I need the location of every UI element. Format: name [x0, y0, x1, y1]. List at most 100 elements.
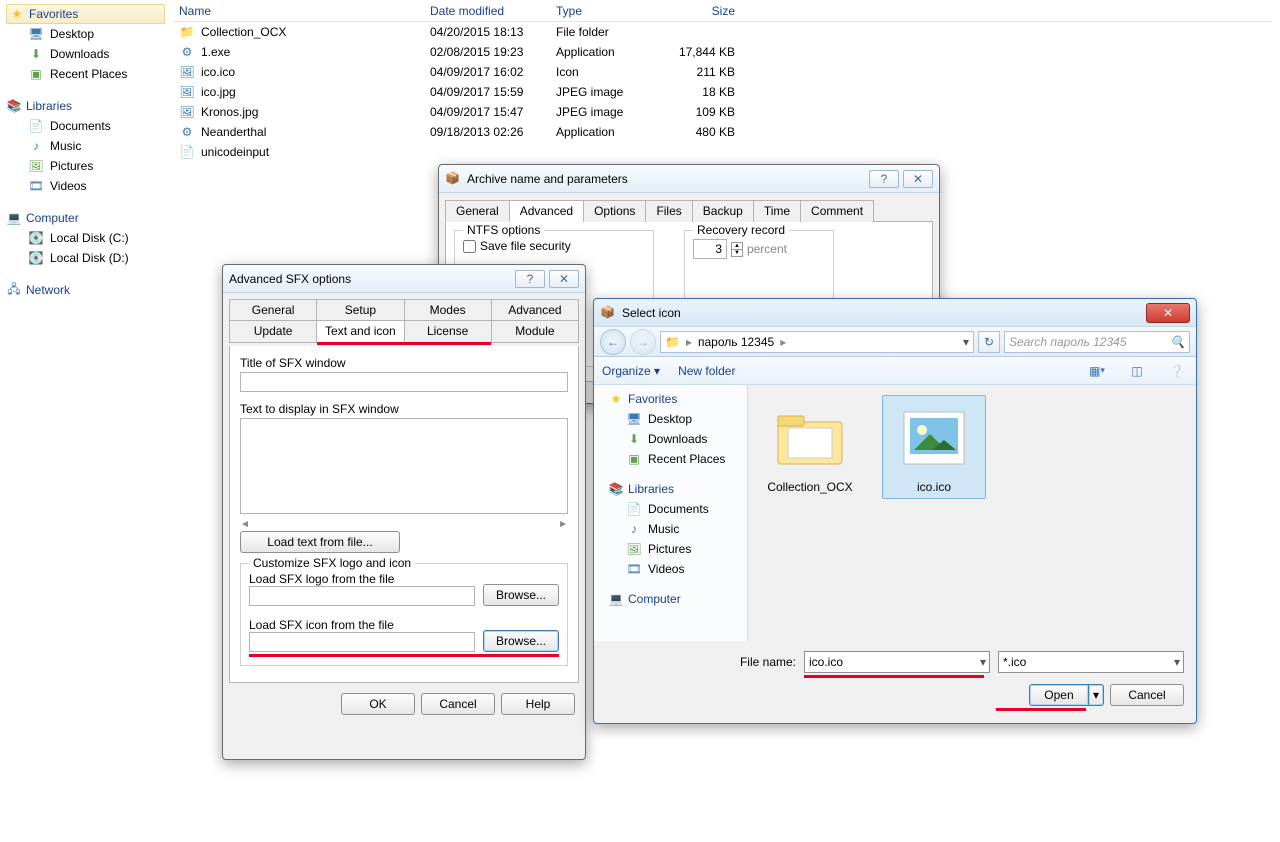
help-button[interactable]: Help	[501, 693, 575, 715]
nav-item-music[interactable]: ♪Music	[6, 136, 165, 156]
nav-item-documents[interactable]: 📄Documents	[6, 116, 165, 136]
nav-item-documents[interactable]: 📄Documents	[600, 499, 747, 519]
nav-group-favorites[interactable]: ★ Favorites	[6, 4, 165, 24]
spinner-up-icon[interactable]: ▲	[731, 242, 743, 250]
nav-item-downloads[interactable]: ⬇Downloads	[600, 429, 747, 449]
spinner-down-icon[interactable]: ▼	[731, 250, 743, 257]
tab-module[interactable]: Module	[492, 321, 578, 342]
nav-item-pictures[interactable]: 🖼Pictures	[6, 156, 165, 176]
tab-modes[interactable]: Modes	[405, 300, 492, 320]
file-date: 09/18/2013 02:26	[430, 125, 556, 139]
nav-item-disk-d[interactable]: 💽Local Disk (D:)	[6, 248, 165, 268]
browse-icon-button[interactable]: Browse...	[483, 630, 559, 652]
help-icon[interactable]: ❔	[1166, 361, 1188, 381]
icon-path-input[interactable]	[249, 632, 475, 652]
open-dropdown-button[interactable]: ▾	[1089, 684, 1104, 706]
cancel-button[interactable]: Cancel	[1110, 684, 1184, 706]
browse-logo-button[interactable]: Browse...	[483, 584, 559, 606]
tab-advanced[interactable]: Advanced	[492, 300, 578, 320]
help-button[interactable]: ?	[869, 170, 899, 188]
filter-combo[interactable]: ▾	[998, 651, 1184, 673]
nav-group-favorites[interactable]: ★Favorites	[600, 389, 747, 409]
view-mode-button[interactable]: ▦ ▾	[1086, 361, 1108, 381]
titlebar[interactable]: 📦 Select icon ✕	[594, 299, 1196, 327]
logo-path-input[interactable]	[249, 586, 475, 606]
tab-time[interactable]: Time	[753, 200, 801, 222]
file-row[interactable]: ⚙1.exe02/08/2015 19:23Application17,844 …	[173, 42, 1272, 62]
close-button[interactable]: ✕	[549, 270, 579, 288]
column-headers[interactable]: Name Date modified Type Size	[173, 0, 1272, 22]
tab-general[interactable]: General	[445, 200, 510, 222]
tab-general[interactable]: General	[230, 300, 317, 320]
file-row[interactable]: 🖼ico.ico04/09/2017 16:02Icon211 KB	[173, 62, 1272, 82]
back-button[interactable]: ←	[600, 329, 626, 355]
scroll-right-icon[interactable]: ►	[558, 519, 568, 530]
filter-input[interactable]	[998, 651, 1184, 673]
titlebar[interactable]: Advanced SFX options ? ✕	[223, 265, 585, 293]
nav-item-videos[interactable]: 🎞Videos	[600, 559, 747, 579]
preview-pane-button[interactable]: ◫	[1126, 361, 1148, 381]
col-date[interactable]: Date modified	[430, 4, 556, 18]
organize-menu[interactable]: Organize ▾	[602, 364, 660, 378]
sfx-title-input[interactable]	[240, 372, 568, 392]
tab-update[interactable]: Update	[230, 321, 317, 342]
nav-item-desktop[interactable]: 🖥Desktop	[6, 24, 165, 44]
filename-combo[interactable]: ▾	[804, 651, 990, 673]
cancel-button[interactable]: Cancel	[421, 693, 495, 715]
load-text-button[interactable]: Load text from file...	[240, 531, 400, 553]
tab-advanced[interactable]: Advanced	[509, 200, 584, 222]
thumb-folder[interactable]: Collection_OCX	[758, 395, 862, 499]
nav-item-recent-places[interactable]: ▣Recent Places	[600, 449, 747, 469]
label-load-logo: Load SFX logo from the file	[249, 572, 475, 586]
nav-group-computer[interactable]: 💻Computer	[600, 589, 747, 609]
nav-item-recent-places[interactable]: ▣Recent Places	[6, 64, 165, 84]
nav-item-downloads[interactable]: ⬇Downloads	[6, 44, 165, 64]
file-row[interactable]: ⚙Neanderthal09/18/2013 02:26Application4…	[173, 122, 1272, 142]
file-row[interactable]: 📁Collection_OCX04/20/2015 18:13File fold…	[173, 22, 1272, 42]
tab-options[interactable]: Options	[583, 200, 646, 222]
help-button[interactable]: ?	[515, 270, 545, 288]
chevron-down-icon[interactable]: ▾	[1174, 655, 1180, 669]
nav-item-desktop[interactable]: 🖥Desktop	[600, 409, 747, 429]
file-row[interactable]: 🖼ico.jpg04/09/2017 15:59JPEG image18 KB	[173, 82, 1272, 102]
search-input[interactable]: Search пароль 12345 🔍	[1004, 331, 1190, 353]
sfx-text-textarea[interactable]	[240, 418, 568, 514]
recovery-input[interactable]	[693, 239, 727, 259]
new-folder-button[interactable]: New folder	[678, 364, 735, 378]
nav-item-pictures[interactable]: 🖼Pictures	[600, 539, 747, 559]
filename-input[interactable]	[804, 651, 990, 673]
breadcrumb[interactable]: 📁 ▸ пароль 12345 ▸ ▾	[660, 331, 974, 353]
scroll-left-icon[interactable]: ◄	[240, 519, 250, 530]
nav-item-videos[interactable]: 🎞Videos	[6, 176, 165, 196]
file-row[interactable]: 🖼Kronos.jpg04/09/2017 15:47JPEG image109…	[173, 102, 1272, 122]
nav-group-network[interactable]: 🖧Network	[6, 280, 165, 300]
nav-group-computer[interactable]: 💻Computer	[6, 208, 165, 228]
nav-item-music[interactable]: ♪Music	[600, 519, 747, 539]
nav-group-libraries[interactable]: 📚Libraries	[600, 479, 747, 499]
col-type[interactable]: Type	[556, 4, 671, 18]
col-size[interactable]: Size	[671, 4, 741, 18]
checkbox[interactable]	[463, 240, 476, 253]
chevron-down-icon[interactable]: ▾	[963, 335, 969, 349]
tab-files[interactable]: Files	[645, 200, 692, 222]
thumb-icon-selected[interactable]: ico.ico	[882, 395, 986, 499]
breadcrumb-text: пароль 12345	[698, 335, 774, 349]
forward-button[interactable]: →	[630, 329, 656, 355]
col-name[interactable]: Name	[173, 4, 430, 18]
file-row[interactable]: 📄unicodeinput	[173, 142, 1272, 162]
chevron-down-icon[interactable]: ▾	[980, 655, 986, 669]
tab-text-and-icon[interactable]: Text and icon	[317, 321, 404, 342]
close-button[interactable]: ✕	[903, 170, 933, 188]
tab-license[interactable]: License	[405, 321, 492, 342]
titlebar[interactable]: 📦 Archive name and parameters ? ✕	[439, 165, 939, 193]
close-button[interactable]: ✕	[1146, 303, 1190, 323]
ok-button[interactable]: OK	[341, 693, 415, 715]
tab-comment[interactable]: Comment	[800, 200, 874, 222]
tab-backup[interactable]: Backup	[692, 200, 754, 222]
open-button[interactable]: Open	[1029, 684, 1089, 706]
nav-item-disk-c[interactable]: 💽Local Disk (C:)	[6, 228, 165, 248]
nav-group-libraries[interactable]: 📚Libraries	[6, 96, 165, 116]
refresh-button[interactable]: ↻	[978, 331, 1000, 353]
save-security-checkbox[interactable]: Save file security	[463, 239, 645, 253]
tab-setup[interactable]: Setup	[317, 300, 404, 320]
